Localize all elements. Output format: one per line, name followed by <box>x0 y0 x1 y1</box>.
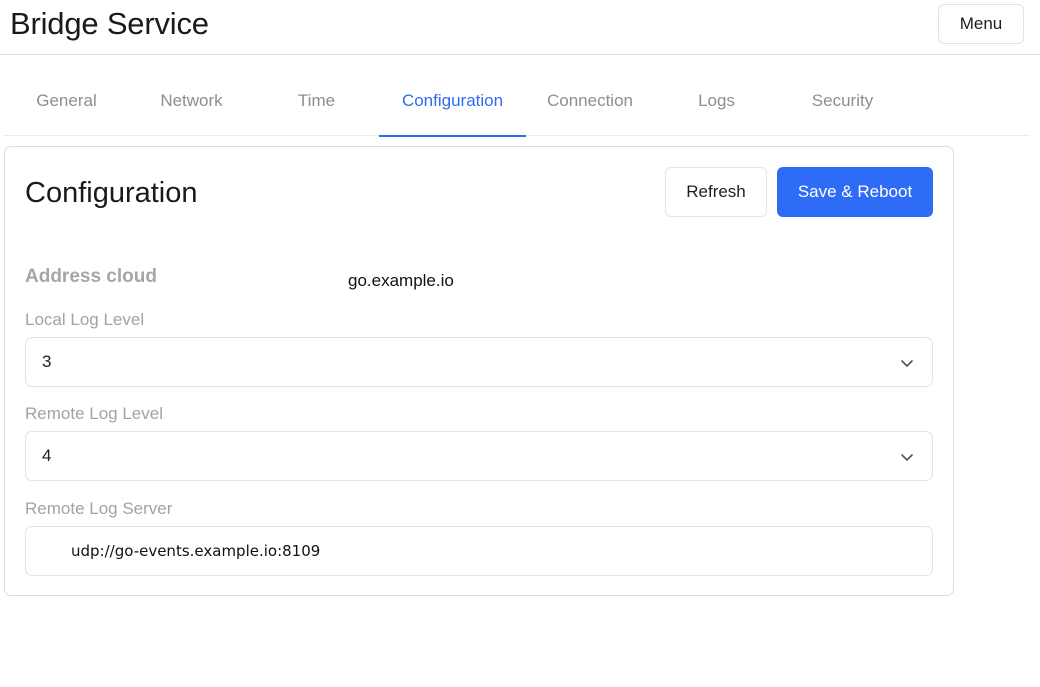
tab-connection[interactable]: Connection <box>526 66 654 136</box>
remote-log-server-input[interactable] <box>25 526 933 576</box>
refresh-button[interactable]: Refresh <box>665 167 767 217</box>
tab-bar: General Network Time Configuration Conne… <box>4 66 1030 137</box>
remote-log-level-select[interactable]: 4 <box>25 431 933 481</box>
menu-button[interactable]: Menu <box>938 4 1024 44</box>
tab-configuration[interactable]: Configuration <box>379 66 526 137</box>
app-title: Bridge Service <box>10 6 209 41</box>
chevron-down-icon <box>901 360 913 367</box>
local-log-level-label: Local Log Level <box>25 310 145 329</box>
tab-security[interactable]: Security <box>779 66 906 136</box>
app-header: Bridge Service Menu <box>0 0 1040 55</box>
remote-log-level-value: 4 <box>42 446 52 465</box>
address-cloud-label: Address cloud <box>25 266 157 287</box>
tab-logs[interactable]: Logs <box>654 66 779 136</box>
local-log-level-select[interactable]: 3 <box>25 337 933 387</box>
tab-general[interactable]: General <box>4 66 129 136</box>
save-reboot-button[interactable]: Save & Reboot <box>777 167 933 217</box>
configuration-panel: Configuration Refresh Save & Reboot Addr… <box>4 146 954 596</box>
remote-log-server-label: Remote Log Server <box>25 499 173 518</box>
local-log-level-value: 3 <box>42 352 52 371</box>
tab-time[interactable]: Time <box>254 66 379 136</box>
chevron-down-icon <box>901 454 913 461</box>
panel-title: Configuration <box>25 177 198 209</box>
address-cloud-value: go.example.io <box>348 271 454 290</box>
remote-log-level-label: Remote Log Level <box>25 404 163 423</box>
tab-network[interactable]: Network <box>129 66 254 136</box>
